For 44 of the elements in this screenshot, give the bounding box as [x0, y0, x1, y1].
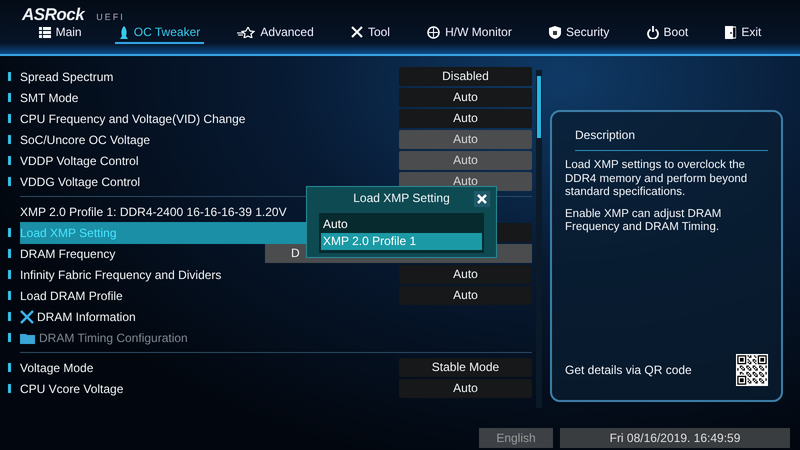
date-time: Fri 08/16/2019. 16:49:59 [560, 428, 790, 448]
setting-label[interactable]: Infinity Fabric Frequency and Dividers [20, 266, 399, 284]
exit-door-icon [725, 26, 736, 38]
value-field[interactable]: Auto [399, 109, 532, 128]
folder-icon [20, 332, 36, 344]
value-field[interactable]: Auto [399, 88, 532, 107]
setting-label[interactable]: CPU Frequency and Voltage(VID) Change [20, 110, 399, 128]
setting-label[interactable]: Voltage Mode [20, 358, 399, 376]
tools-icon [350, 26, 363, 38]
description-title: Description [575, 126, 768, 151]
value-field[interactable]: Disabled [399, 67, 532, 86]
tab[interactable]: Security [545, 22, 614, 44]
description-text: Load XMP settings to overclock the DDR4 memory and perform beyond standard specifications. [565, 159, 748, 200]
dialog-title: Load XMP Setting [353, 190, 450, 207]
value-field[interactable]: Auto [399, 379, 532, 398]
qr-code-icon [736, 354, 768, 386]
value-field[interactable]: Auto [399, 286, 532, 305]
setting-label[interactable]: Spread Spectrum [20, 68, 399, 86]
product-label: UEFI [96, 11, 125, 24]
tab[interactable]: Tool [346, 22, 394, 44]
tools-icon [20, 310, 34, 324]
qr-caption: Get details via QR code [565, 362, 692, 379]
star-icon [237, 26, 256, 38]
description-text: Enable XMP can adjust DRAM Frequency and DRAM Timing. [565, 208, 722, 234]
tab[interactable]: Exit [721, 22, 766, 44]
value-field[interactable]: Stable Mode [399, 358, 532, 377]
setting-label[interactable]: CPU Vcore Voltage [20, 380, 399, 398]
tab[interactable]: Boot [642, 22, 692, 44]
scrollbar[interactable] [536, 70, 542, 408]
language-button[interactable]: English [479, 428, 553, 448]
tab[interactable]: OC Tweaker [114, 22, 204, 44]
list-icon [38, 26, 51, 38]
close-button[interactable] [474, 191, 490, 207]
rocket-icon [118, 26, 129, 38]
shield-icon [549, 26, 561, 38]
power-icon [646, 26, 659, 38]
setting-label[interactable]: Load DRAM Profile [20, 286, 399, 304]
submenu-link[interactable]: DRAM Information [37, 308, 532, 326]
profile-info: XMP 2.0 Profile 1: DDR4-2400 16-16-16-39 1.20V [19, 204, 288, 220]
gauge-icon [427, 26, 440, 38]
value-field[interactable]: Auto [399, 265, 532, 284]
tab[interactable]: H/W Monitor [423, 22, 516, 44]
setting-label[interactable]: SMT Mode [20, 88, 399, 106]
tab[interactable]: Advanced [233, 22, 318, 44]
